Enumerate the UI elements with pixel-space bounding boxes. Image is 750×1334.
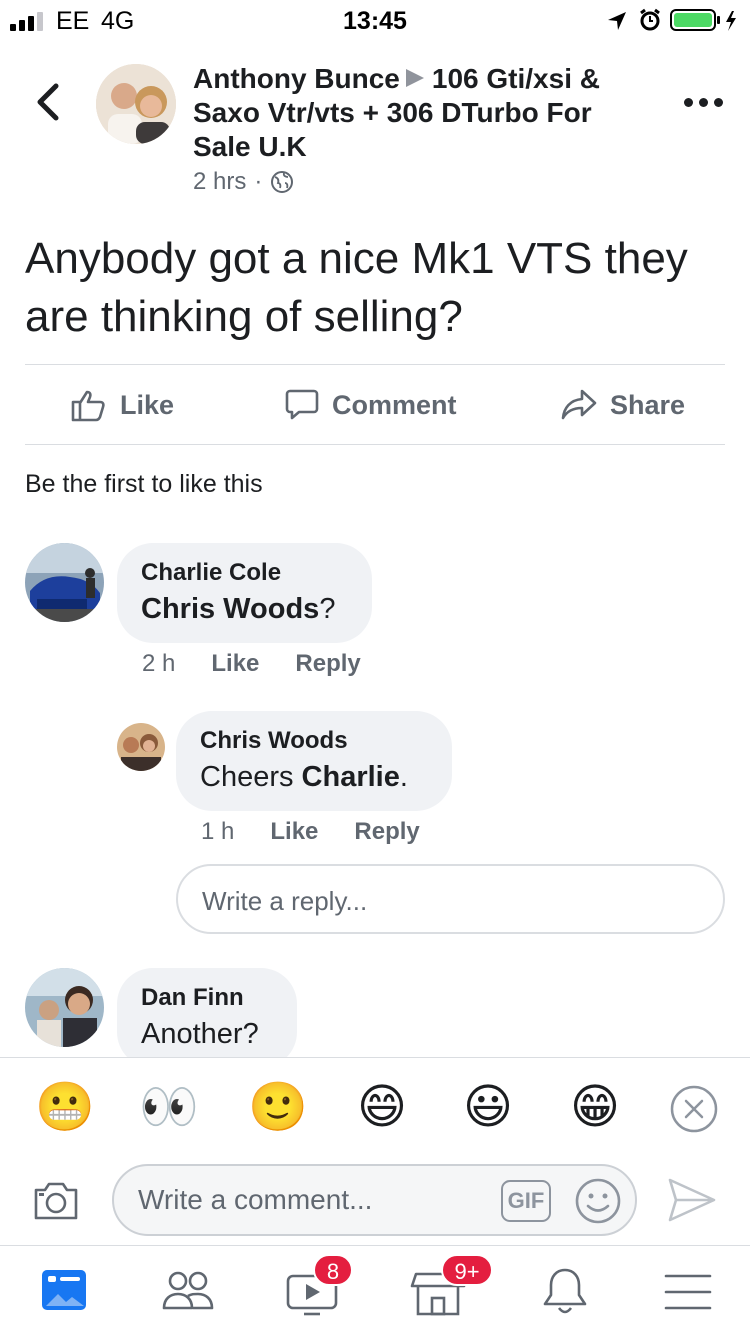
commenter-name[interactable]: Dan Finn [141,984,273,1012]
emoji-eyes[interactable]: 👀 [139,1080,199,1136]
comment-icon [285,389,319,420]
comment-time: 2 h [142,650,176,677]
reply-meta: 1 h Like Reply [201,818,420,846]
alarm-icon [640,8,660,31]
post-meta: 2 hrs · [193,168,294,196]
comment-input[interactable]: Write a comment... GIF [112,1164,637,1236]
location-icon [608,12,626,30]
comment-text: Chris Woods? [141,593,348,626]
reply-text: Cheers Charlie. [200,761,428,794]
tab-menu[interactable] [658,1266,718,1318]
author-photo [96,64,176,144]
emoji-beam[interactable]: 😁 [567,1080,623,1136]
send-button[interactable] [666,1176,718,1224]
mention[interactable]: Charlie [302,761,400,793]
comment-bubble[interactable]: Charlie Cole Chris Woods? [117,543,372,643]
commenter-name[interactable]: Charlie Cole [141,559,348,587]
globe-icon [271,171,294,193]
arrow-right-icon [405,69,424,87]
camera-button[interactable] [32,1178,80,1222]
replier-photo [117,723,165,771]
reply-bubble[interactable]: Chris Woods Cheers Charlie. [176,711,452,811]
reply-input[interactable]: Write a reply... [176,864,725,934]
dot-separator: · [254,168,263,195]
emoji-big-smile[interactable]: 😃 [460,1080,516,1136]
tab-friends[interactable] [160,1266,220,1318]
emoji-grin[interactable]: 😄 [354,1080,410,1136]
share-icon [561,389,597,420]
comment-bubble[interactable]: Dan Finn Another? [117,968,297,1068]
mention[interactable]: Chris Woods [141,593,319,625]
sticker-button[interactable] [574,1177,622,1225]
divider [25,444,725,445]
replier-name[interactable]: Chris Woods [200,727,428,755]
likes-summary: Be the first to like this [25,470,263,498]
gif-button[interactable]: GIF [501,1180,551,1222]
comment-meta: 2 h Like Reply [142,650,361,678]
tab-bar: 8 9+ [0,1245,750,1334]
emoji-smile[interactable]: 🙂 [248,1080,308,1136]
comment-reply-button[interactable]: Reply [295,650,360,678]
post-time[interactable]: 2 hrs [193,168,246,196]
tab-notifications[interactable] [535,1266,595,1318]
commenter-photo [25,968,104,1047]
comment-label: Comment [332,389,457,420]
post-header: Anthony Bunce 106 Gti/xsi & Saxo Vtr/vts … [193,62,643,164]
thumbs-up-icon [71,390,105,422]
reply-suffix: . [399,761,408,793]
reply-time: 1 h [201,818,235,845]
reply-reply-button[interactable]: Reply [354,818,419,846]
share-label: Share [610,389,686,420]
more-options-button[interactable] [684,98,723,107]
reply-placeholder: Write a reply... [202,886,368,916]
battery-icon [670,9,736,31]
like-label: Like [120,389,175,420]
gif-label: GIF [507,1188,545,1213]
divider [25,364,725,365]
replier-avatar[interactable] [117,723,165,771]
comment-button[interactable]: Comment [284,380,457,430]
close-emoji-button[interactable] [669,1084,719,1134]
comment-like-button[interactable]: Like [211,650,259,678]
comment-placeholder: Write a comment... [138,1184,373,1215]
post-text: Anybody got a nice Mk1 VTS they are thin… [25,234,688,341]
author-name[interactable]: Anthony Bunce [193,63,400,94]
commenter-avatar[interactable] [25,968,104,1047]
reply-prefix: Cheers [200,761,302,793]
status-bar: EE 4G 13:45 [0,0,750,40]
commenter-avatar[interactable] [25,543,104,622]
reply-like-button[interactable]: Like [270,818,318,846]
comment-suffix: ? [319,593,336,625]
commenter-photo [25,543,104,622]
share-button[interactable]: Share [560,380,685,430]
author-avatar[interactable] [96,64,176,144]
comment-text: Another? [141,1018,259,1050]
marketplace-badge: 9+ [441,1254,493,1286]
watch-badge: 8 [313,1254,353,1286]
emoji-grimace[interactable]: 😬 [35,1080,95,1136]
like-button[interactable]: Like [70,380,174,430]
tab-news-feed[interactable] [38,1266,98,1318]
back-button[interactable] [30,80,70,124]
